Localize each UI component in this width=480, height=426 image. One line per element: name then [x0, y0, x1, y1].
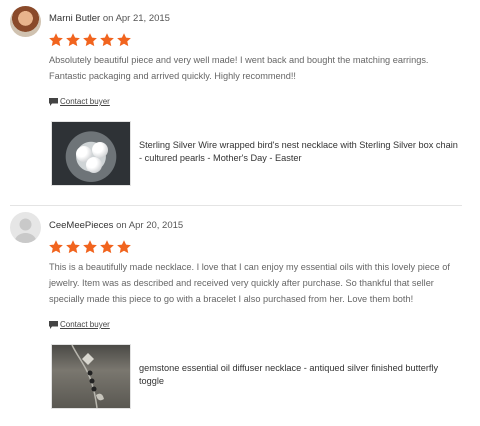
review-date: Apr 20, 2015 [128, 220, 184, 231]
contact-buyer-link[interactable]: Contact buyer [49, 320, 110, 330]
default-avatar-icon [14, 218, 37, 243]
review-header: Marni Butler on Apr 21, 2015 [49, 13, 170, 25]
star-icon [99, 239, 115, 255]
on-label: on [102, 13, 114, 24]
on-label: on [116, 220, 127, 231]
item-thumbnail[interactable] [51, 344, 131, 409]
speech-bubble-icon [49, 98, 58, 106]
star-icon [65, 32, 81, 48]
review-date: Apr 21, 2015 [115, 13, 170, 24]
star-icon [48, 32, 64, 48]
necklace-photo [71, 345, 104, 408]
reviewer-avatar[interactable] [10, 212, 41, 243]
star-icon [82, 32, 98, 48]
review-text: This is a beautifully made necklace. I l… [49, 262, 450, 304]
star-icon [48, 239, 64, 255]
contact-buyer-link[interactable]: Contact buyer [49, 97, 110, 107]
star-icon [65, 239, 81, 255]
star-icon [99, 32, 115, 48]
review-text: Absolutely beautiful piece and very well… [49, 55, 429, 81]
speech-bubble-icon [49, 321, 58, 329]
reviewer-avatar[interactable] [10, 6, 41, 37]
review-header: CeeMeePieces on Apr 20, 2015 [49, 220, 183, 232]
contact-buyer-label[interactable]: Contact buyer [60, 97, 110, 107]
star-icon [82, 239, 98, 255]
star-rating [48, 239, 132, 255]
review-divider [10, 205, 462, 206]
item-thumbnail[interactable] [51, 121, 131, 186]
star-icon [116, 239, 132, 255]
reviewer-name-link[interactable]: Marni Butler [49, 13, 100, 24]
star-icon [116, 32, 132, 48]
reviewer-name-link[interactable]: CeeMeePieces [49, 220, 113, 231]
contact-buyer-label[interactable]: Contact buyer [60, 320, 110, 330]
item-title-link[interactable]: Sterling Silver Wire wrapped bird's nest… [139, 139, 459, 165]
star-rating [48, 32, 132, 48]
item-title-link[interactable]: gemstone essential oil diffuser necklace… [139, 362, 459, 388]
